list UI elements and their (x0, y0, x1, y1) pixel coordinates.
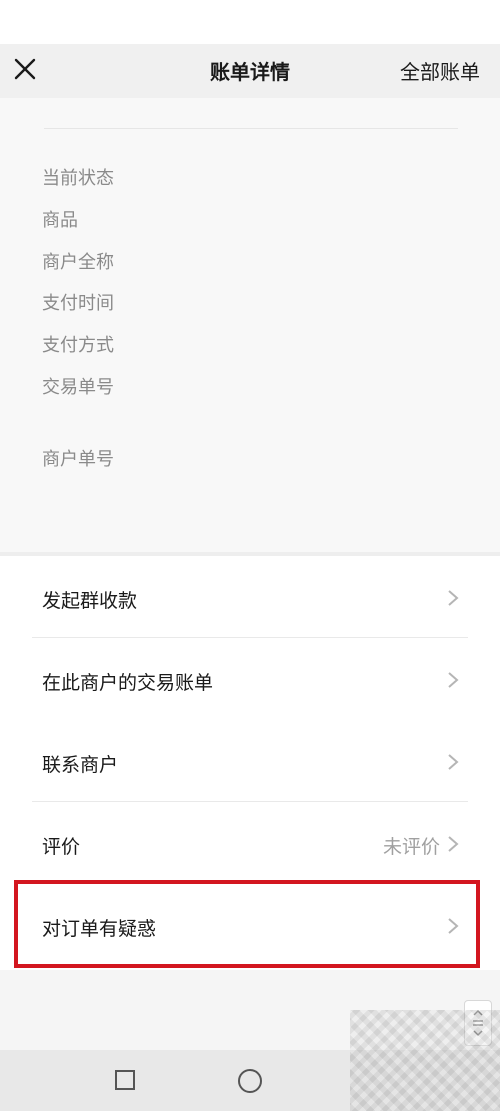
review-row[interactable]: 评价 未评价 (0, 802, 500, 884)
detail-label-merchant-order-no: 商户单号 (42, 449, 114, 470)
recent-apps-button[interactable] (115, 1070, 135, 1090)
chevron-right-icon (446, 670, 460, 690)
merchant-bills-row[interactable]: 在此商户的交易账单 (0, 638, 500, 720)
detail-label-transaction-no: 交易单号 (42, 377, 114, 398)
detail-label-merchant-name: 商户全称 (42, 252, 114, 273)
chevron-right-icon (446, 834, 460, 854)
detail-label-pay-time: 支付时间 (42, 293, 114, 314)
contact-merchant-row[interactable]: 联系商户 (0, 720, 500, 802)
group-collect-row[interactable]: 发起群收款 (0, 556, 500, 638)
home-button[interactable] (238, 1069, 262, 1093)
chevron-right-icon (446, 752, 460, 772)
detail-label-status: 当前状态 (42, 168, 114, 189)
action-label: 发起群收款 (42, 590, 138, 612)
details-divider (44, 128, 458, 129)
bill-details-section: 当前状态 商品 商户全称 支付时间 支付方式 交易单号 商户单号 (0, 98, 500, 552)
review-status-value: 未评价 (382, 836, 440, 858)
order-question-row[interactable]: 对订单有疑惑 (0, 884, 500, 966)
action-label: 联系商户 (42, 754, 119, 776)
watermark (350, 1010, 500, 1111)
action-label: 对订单有疑惑 (42, 918, 157, 940)
action-label: 评价 (42, 836, 81, 858)
status-bar (0, 0, 500, 44)
chevron-right-icon (446, 916, 460, 936)
nav-bar: 账单详情 全部账单 (0, 44, 500, 98)
chevron-right-icon (446, 588, 460, 608)
all-bills-link[interactable]: 全部账单 (400, 56, 480, 85)
detail-label-product: 商品 (42, 210, 78, 231)
actions-list: 发起群收款 在此商户的交易账单 联系商户 评价 未评价 对订单有疑惑 (0, 556, 500, 970)
screen: 账单详情 全部账单 当前状态 商品 商户全称 支付时间 支付方式 交易单号 商户… (0, 0, 500, 1111)
action-label: 在此商户的交易账单 (42, 672, 214, 694)
detail-label-pay-method: 支付方式 (42, 335, 114, 356)
